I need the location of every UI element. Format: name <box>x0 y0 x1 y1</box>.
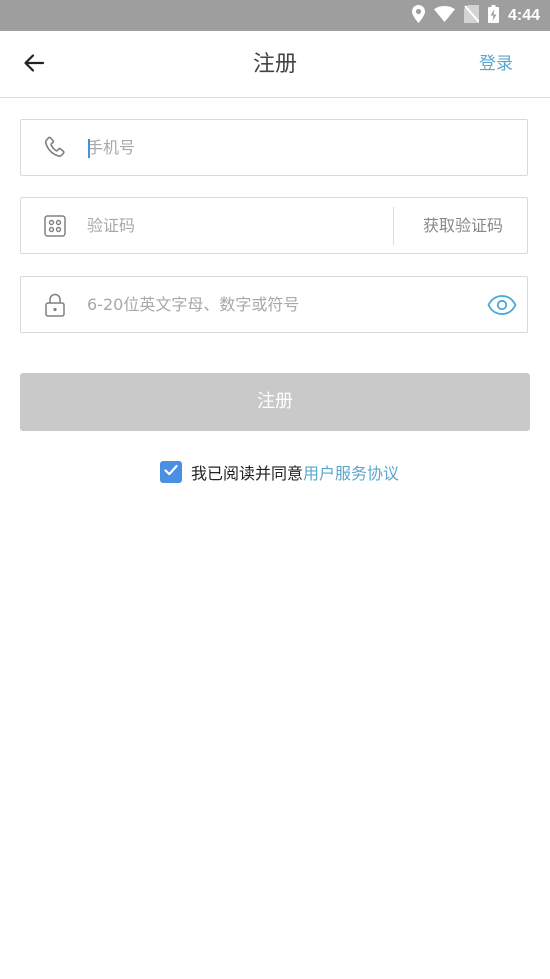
code-field: 获取验证码 <box>20 197 528 254</box>
code-input[interactable] <box>87 198 377 253</box>
clock: 4:44 <box>507 6 540 24</box>
user-agreement-link[interactable]: 用户服务协议 <box>303 460 399 484</box>
app-bar: 注册 登录 <box>0 31 550 98</box>
arrow-left-icon <box>22 51 46 79</box>
password-input[interactable] <box>87 277 477 332</box>
status-bar: 4:44 <box>0 0 550 31</box>
eye-icon[interactable] <box>487 291 517 319</box>
status-icons: 4:44 <box>411 0 540 31</box>
agreement-row: 我已阅读并同意 用户服务协议 <box>160 459 399 485</box>
phone-icon <box>41 134 69 162</box>
no-sim-icon <box>463 4 480 27</box>
agreement-checkbox[interactable] <box>160 461 182 483</box>
back-button[interactable] <box>18 49 50 81</box>
location-icon <box>411 4 425 27</box>
wifi-icon <box>433 5 455 26</box>
check-icon <box>163 462 179 482</box>
page-title: 注册 <box>252 52 297 77</box>
phone-input[interactable] <box>87 120 507 175</box>
phone-field <box>20 119 528 176</box>
get-code-button[interactable]: 获取验证码 <box>423 198 503 253</box>
agreement-text: 我已阅读并同意 <box>191 464 304 483</box>
keypad-icon <box>41 212 69 240</box>
text-cursor <box>88 139 90 158</box>
lock-icon <box>41 291 69 319</box>
register-button[interactable]: 注册 <box>20 373 530 431</box>
login-link[interactable]: 登录 <box>479 31 513 98</box>
password-field <box>20 276 528 333</box>
battery-charging-icon <box>487 4 499 27</box>
divider <box>393 207 394 245</box>
